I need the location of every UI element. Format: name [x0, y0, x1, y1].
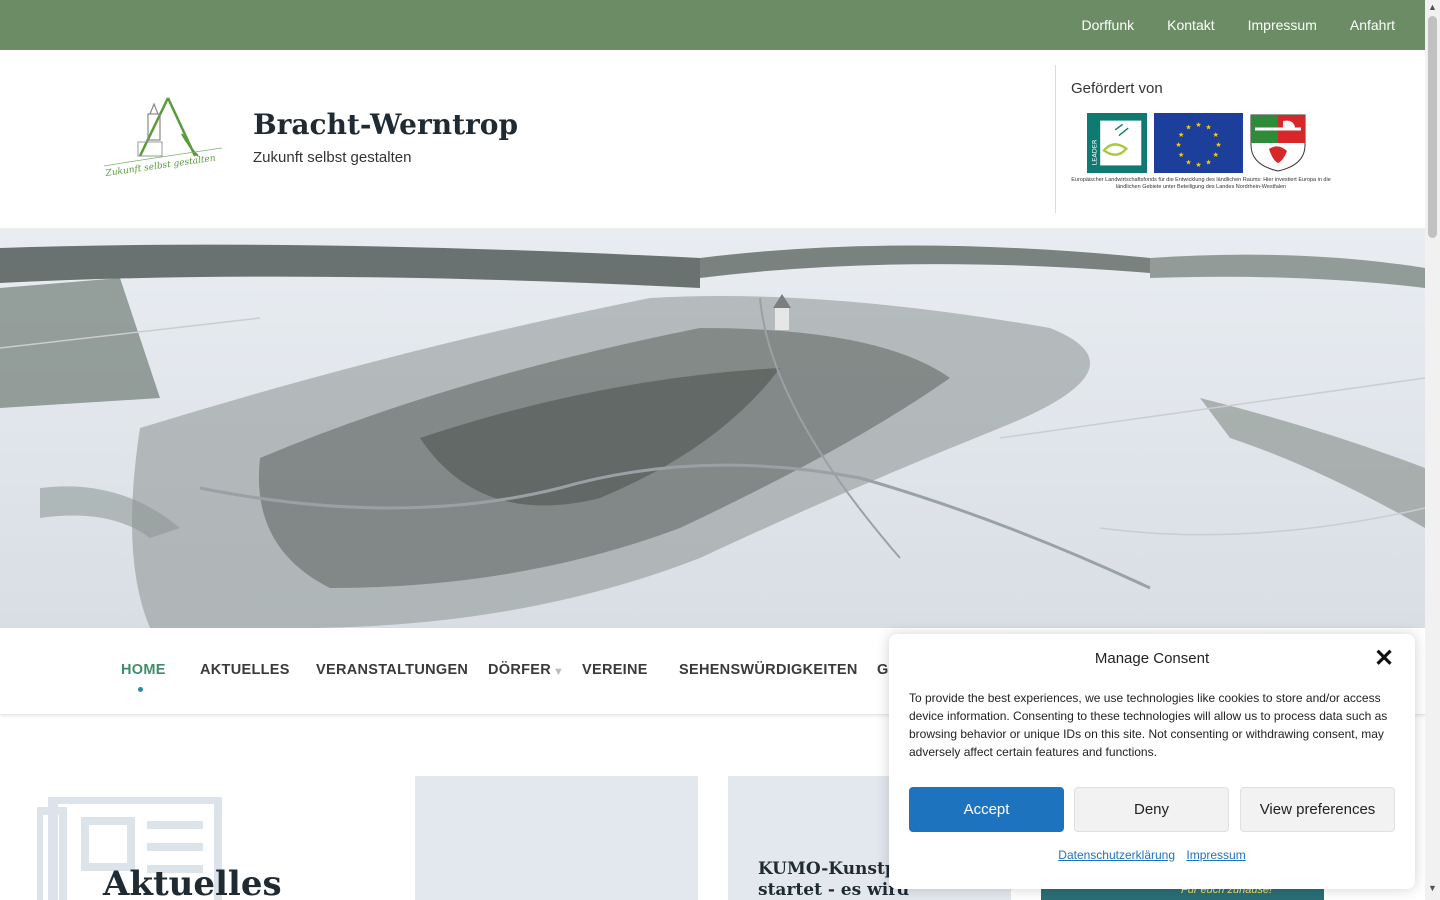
nav-aktuelles[interactable]: AKTUELLES [200, 662, 290, 678]
funding-text: Europäischer Landwirtschaftsfonds für di… [1071, 177, 1331, 190]
scrollbar-thumb[interactable] [1428, 16, 1437, 238]
svg-text:★: ★ [1205, 158, 1211, 166]
nav-vereine[interactable]: VEREINE [582, 662, 648, 678]
top-nav-dorffunk[interactable]: Dorffunk [1081, 17, 1134, 33]
svg-text:★: ★ [1185, 124, 1191, 132]
svg-text:★: ★ [1205, 124, 1211, 132]
consent-body-text: To provide the best experiences, we use … [909, 691, 1388, 759]
svg-text:★: ★ [1178, 151, 1184, 159]
nav-home[interactable]: HOME [121, 662, 166, 678]
site-tagline: Zukunft selbst gestalten [253, 149, 412, 166]
section-title-aktuelles: Aktuelles [103, 864, 282, 900]
nav-active-indicator [138, 687, 143, 692]
deny-button[interactable]: Deny [1074, 787, 1229, 832]
nav-sehenswuerdigkeiten[interactable]: SEHENSWÜRDIGKEITEN [679, 662, 858, 678]
page: Dorffunk Kontakt Impressum Anfahrt Zukun… [0, 0, 1440, 900]
top-nav-anfahrt[interactable]: Anfahrt [1350, 17, 1395, 33]
svg-text:★: ★ [1195, 161, 1201, 169]
close-icon[interactable]: ✕ [1373, 647, 1395, 671]
site-title[interactable]: Bracht-Werntrop [253, 108, 518, 141]
svg-text:★: ★ [1175, 141, 1181, 149]
top-nav-impressum[interactable]: Impressum [1248, 17, 1317, 33]
nrw-crest-icon [1250, 114, 1306, 172]
svg-text:★: ★ [1185, 158, 1191, 166]
svg-text:LEADER: LEADER [1090, 139, 1098, 165]
hero-image [0, 228, 1425, 628]
consent-title: Manage Consent [1094, 650, 1210, 667]
consent-dialog: Manage Consent ✕ To provide the best exp… [889, 634, 1415, 889]
scroll-down-icon[interactable]: ▼ [1428, 883, 1437, 893]
nav-doerfer[interactable]: DÖRFER [488, 662, 551, 678]
village-aerial-photo [0, 228, 1425, 628]
page-scrollbar[interactable]: ▲ ▼ [1425, 0, 1440, 900]
svg-text:★: ★ [1195, 121, 1201, 129]
funding-label: Gefördert von [1071, 80, 1163, 97]
leader-logo: LEADER [1087, 113, 1147, 173]
site-logo[interactable]: Zukunft selbst gestalten [100, 94, 226, 180]
consent-links: Datenschutzerklärung Impressum [889, 848, 1415, 862]
svg-text:★: ★ [1213, 131, 1219, 139]
top-nav-kontakt[interactable]: Kontakt [1167, 17, 1214, 33]
top-nav: Dorffunk Kontakt Impressum Anfahrt [1081, 0, 1395, 50]
site-header: Zukunft selbst gestalten Bracht-Werntrop… [0, 50, 1425, 228]
accept-button[interactable]: Accept [909, 787, 1064, 832]
svg-text:★: ★ [1178, 131, 1184, 139]
nav-veranstaltungen[interactable]: VERANSTALTUNGEN [316, 662, 468, 678]
news-card-1[interactable] [415, 776, 698, 900]
view-preferences-button[interactable]: View preferences [1240, 787, 1395, 832]
svg-text:★: ★ [1213, 151, 1219, 159]
chevron-down-icon[interactable]: ▼ [553, 666, 564, 678]
top-bar: Dorffunk Kontakt Impressum Anfahrt [0, 0, 1425, 50]
eu-flag-icon: ★ ★★ ★★★ ★★★ ★★★ [1154, 113, 1243, 173]
funding-widget: Gefördert von LEADER ★ ★ ★ ★ ★ ★ ★ ★ ★ ★ ★ ★ [1055, 65, 1345, 213]
imprint-link[interactable]: Impressum [1186, 848, 1245, 862]
scroll-up-icon[interactable]: ▲ [1428, 2, 1437, 12]
privacy-policy-link[interactable]: Datenschutzerklärung [1058, 848, 1175, 862]
svg-text:★: ★ [1215, 141, 1221, 149]
